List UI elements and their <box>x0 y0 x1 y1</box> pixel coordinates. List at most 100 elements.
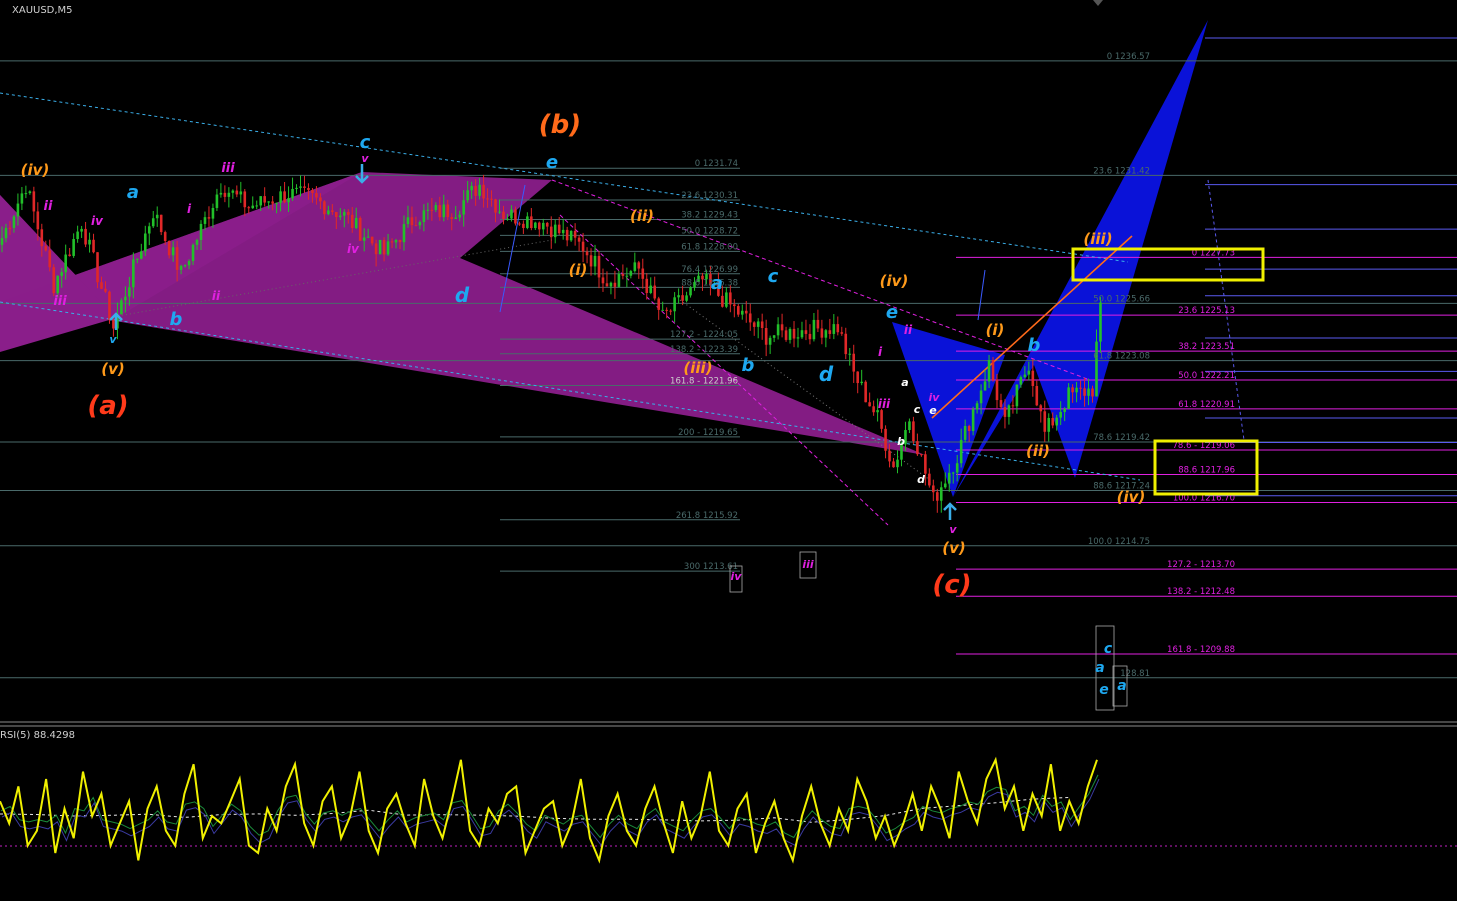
fib-level-label: 23.6 1225.13 <box>1178 306 1235 316</box>
candle-body <box>828 330 832 334</box>
candle-body <box>824 330 828 338</box>
candle-body <box>768 337 772 345</box>
candle-body <box>852 353 856 372</box>
candle-body <box>72 239 75 256</box>
candle-body <box>518 223 521 225</box>
wave-label: ii <box>212 289 221 303</box>
candle-body <box>506 218 509 220</box>
wave-label: a <box>1095 660 1104 676</box>
candle-body <box>593 255 597 267</box>
price-chart[interactable]: 0 1236.57 23.6 1231.42 50.0 1225.66 61.8 12… <box>0 0 1457 897</box>
candle-body <box>597 255 601 278</box>
candle-body <box>52 267 56 294</box>
candle-body <box>48 250 52 268</box>
candle-body <box>1063 408 1066 412</box>
candle-body <box>323 201 326 215</box>
candle-body <box>967 425 971 432</box>
candle-body <box>530 216 533 229</box>
candle-body <box>243 191 247 208</box>
fib-level-label: 88.6 1226.38 <box>681 278 738 288</box>
wave-label: (i) <box>986 321 1005 339</box>
candle-body <box>342 212 346 216</box>
wave-label: (iii) <box>1083 230 1112 248</box>
candle-body <box>916 441 919 455</box>
candle-body <box>151 218 155 227</box>
fib-level-label: 78.6 1219.42 <box>1093 433 1150 443</box>
chart-window[interactable]: 0 1236.57 23.6 1231.42 50.0 1225.66 61.8 12… <box>0 0 1457 897</box>
candle-body <box>12 216 16 228</box>
candle-body <box>100 282 103 289</box>
candle-body <box>932 485 935 493</box>
candle-body <box>1011 405 1015 407</box>
candle-body <box>478 184 481 196</box>
wave-label: (ii) <box>1026 442 1050 460</box>
candle-body <box>772 335 776 338</box>
candle-body <box>446 204 450 218</box>
candle-body <box>339 215 342 218</box>
candle-body <box>171 247 175 256</box>
candle-body <box>645 278 649 294</box>
candle-body <box>983 381 987 391</box>
candle-body <box>561 229 565 234</box>
candle-body <box>995 379 999 401</box>
candle-body <box>629 271 633 276</box>
wave-label: iv <box>91 214 104 228</box>
candle-body <box>1071 387 1074 393</box>
candle-body <box>541 222 545 230</box>
fib-level-label: 127.2 - 1213.70 <box>1167 560 1235 570</box>
fib-level-label: 61.8 1228.00 <box>681 242 738 252</box>
candle-body <box>804 330 808 334</box>
candle-body <box>673 297 676 312</box>
candle-body <box>884 428 887 451</box>
candle-body <box>494 199 497 213</box>
candle-body <box>621 274 625 276</box>
candle-body <box>641 268 645 279</box>
fib-level-label: 261.8 1215.92 <box>676 511 738 521</box>
candle-body <box>987 360 991 382</box>
candle-body <box>808 333 812 340</box>
candle-body <box>569 230 573 241</box>
candle-body <box>729 292 732 305</box>
candle-body <box>1079 387 1082 389</box>
candle-body <box>406 217 410 225</box>
candle-body <box>219 192 223 195</box>
wave-label: a <box>711 273 723 294</box>
candle-body <box>187 261 191 266</box>
candle-body <box>959 439 963 464</box>
candle-body <box>776 324 780 336</box>
wave-label: (iv) <box>1117 488 1146 506</box>
fib-level-label: 61.8 1220.91 <box>1178 400 1235 410</box>
candle-body <box>605 283 609 287</box>
candle-body <box>315 193 318 198</box>
candle-body <box>426 209 430 211</box>
wave-label: iv <box>731 570 743 583</box>
candle-body <box>975 403 979 410</box>
candle-body <box>271 201 274 204</box>
candle-body <box>549 226 553 238</box>
candle-body <box>1075 387 1078 393</box>
candle-body <box>279 191 282 203</box>
fib-level-label: 127.2 - 1224.05 <box>670 330 738 340</box>
candle-body <box>939 487 943 501</box>
candle-body <box>124 296 127 301</box>
candle-body <box>422 210 426 223</box>
candle-body <box>327 210 330 215</box>
candle-body <box>908 421 911 431</box>
wave-label: (c) <box>932 570 971 600</box>
candle-body <box>1039 405 1043 412</box>
candle-body <box>68 254 71 256</box>
fib-level-label: 50.0 1228.72 <box>681 226 738 236</box>
candle-body <box>267 201 270 203</box>
candle-body <box>534 222 537 229</box>
candle-body <box>466 190 469 201</box>
candle-body <box>44 246 48 251</box>
candle-body <box>999 400 1003 408</box>
symbol-label: XAUUSD,M5 <box>12 5 73 16</box>
candle-body <box>896 459 899 468</box>
candle-body <box>502 211 505 219</box>
fib-level-label: 88.6 1217.96 <box>1178 465 1235 475</box>
candle-body <box>434 205 438 210</box>
wave-label: (iv) <box>21 161 50 179</box>
candle-body <box>1055 417 1058 426</box>
candle-body <box>183 265 187 267</box>
